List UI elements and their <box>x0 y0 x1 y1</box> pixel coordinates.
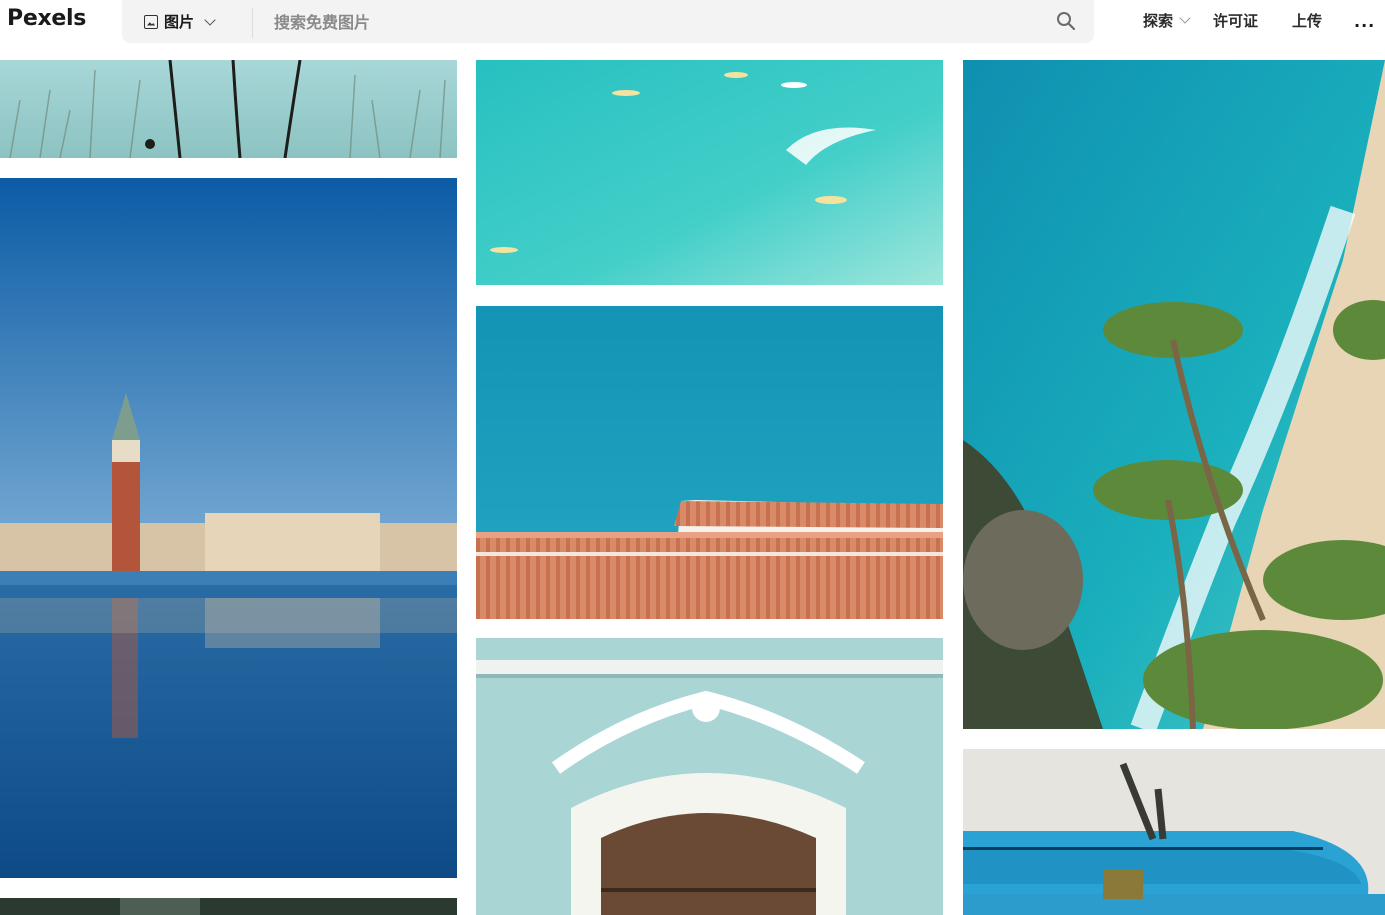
photo-tile-grass[interactable] <box>0 60 457 158</box>
photo-tile-window[interactable] <box>476 638 943 915</box>
nav-explore-label: 探索 <box>1143 11 1174 30</box>
nav-upload-label: 上传 <box>1292 11 1323 30</box>
nav-license[interactable]: 许可证 <box>1213 0 1258 40</box>
more-options-icon[interactable]: ··· <box>1354 16 1375 35</box>
photo-tile-beach[interactable] <box>963 60 1385 729</box>
nav-explore[interactable]: 探索 <box>1143 0 1191 40</box>
search-icon[interactable] <box>1056 11 1076 31</box>
chevron-down-icon <box>1179 12 1191 24</box>
search-divider <box>252 8 253 38</box>
pexels-logo[interactable]: Pexels <box>7 6 86 31</box>
image-icon <box>144 14 158 29</box>
top-bar: Pexels 图片 探索 许可证 上传 ··· <box>0 0 1385 60</box>
search-bar: 图片 <box>122 0 1094 45</box>
photo-tile-venice[interactable] <box>0 178 457 878</box>
photo-tile-surfers[interactable] <box>476 60 943 285</box>
media-type-label: 图片 <box>164 13 195 31</box>
photo-tile-dark[interactable] <box>0 898 457 915</box>
photo-tile-surfboards[interactable] <box>963 749 1385 915</box>
photo-tile-roof[interactable] <box>476 306 943 619</box>
chevron-down-icon <box>204 13 216 26</box>
media-type-dropdown[interactable]: 图片 <box>144 0 216 43</box>
nav-license-label: 许可证 <box>1213 11 1259 30</box>
search-input[interactable] <box>272 0 1036 45</box>
nav-upload[interactable]: 上传 <box>1292 0 1322 40</box>
